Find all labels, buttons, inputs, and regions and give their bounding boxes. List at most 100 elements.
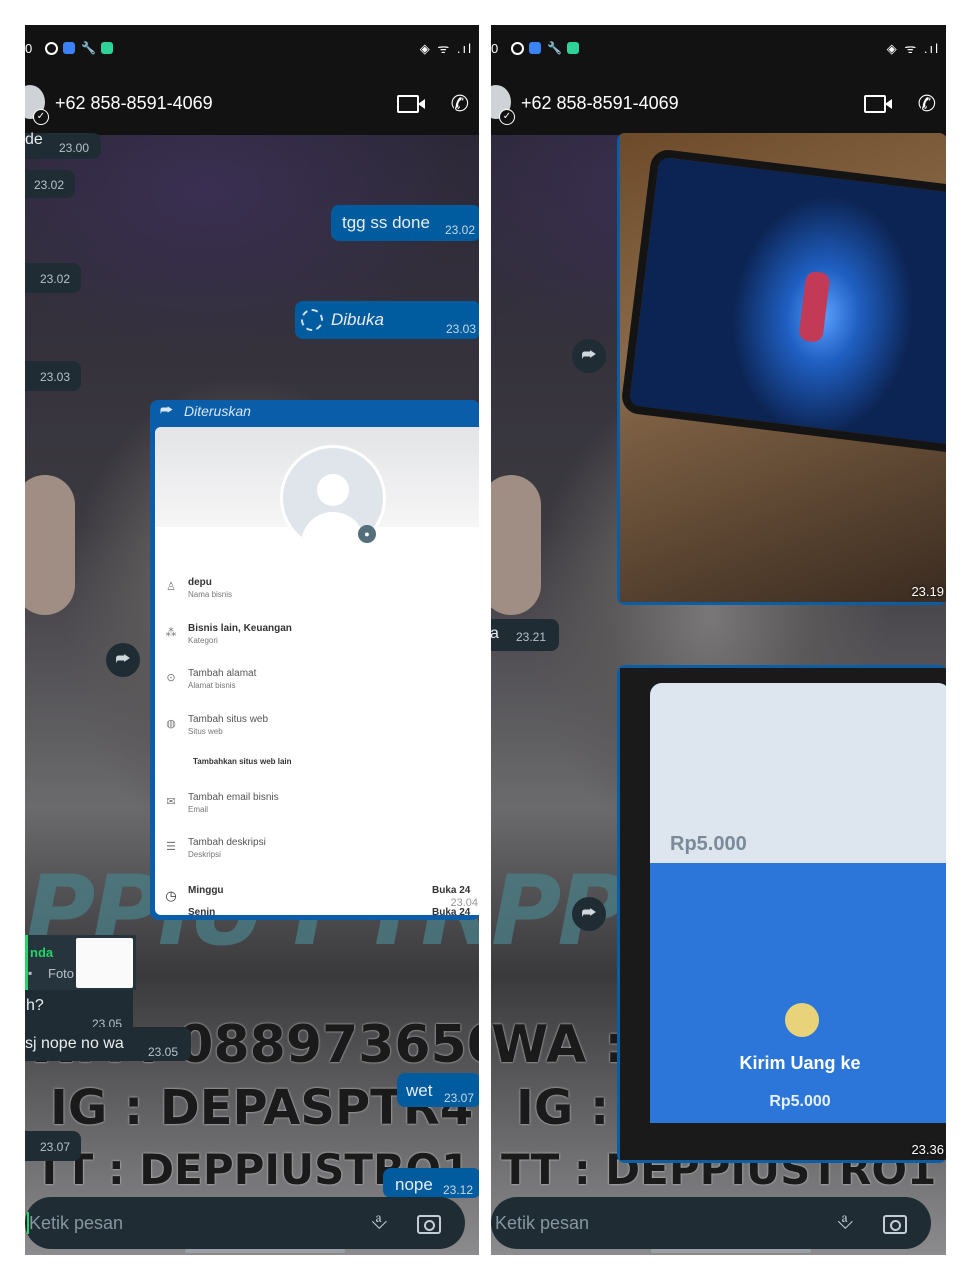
hours-value: Buka 24 xyxy=(432,885,471,896)
row-subtitle: Alamat bisnis xyxy=(188,681,236,690)
message-time: 23.03 xyxy=(446,322,477,336)
video-call-icon[interactable] xyxy=(397,95,419,113)
attach-icon[interactable]: ⎀ xyxy=(371,1211,387,1234)
app-icon xyxy=(529,42,541,54)
forward-icon: ⮫ xyxy=(160,402,174,418)
message-in[interactable]: a 23.21 xyxy=(491,619,559,651)
photo-game-screen xyxy=(620,133,946,602)
message-time: 23.12 xyxy=(443,1183,474,1197)
location-icon: ⊙ xyxy=(166,672,176,684)
status-bar: 0 🔧 ◈ ᯤ .ıl xyxy=(25,25,479,73)
contact-name[interactable]: +62 858-8591-4069 xyxy=(55,93,213,114)
message-time: 23.02 xyxy=(34,178,65,192)
message-text: wet xyxy=(406,1081,433,1100)
message-in[interactable]: 23.02 xyxy=(25,170,75,198)
transfer-header: Rp5.000 xyxy=(650,683,946,863)
contact-name[interactable]: +62 858-8591-4069 xyxy=(521,93,679,114)
message-out[interactable]: Dibuka 23.03 xyxy=(295,301,479,339)
email-icon: ✉ xyxy=(166,796,176,808)
chat-screen-left: PPIU PTRO WA : 088973650598 IG : DEPASPT… xyxy=(25,25,479,1255)
signal-icons: ◈ ᯤ .ıl xyxy=(886,41,940,56)
chat-header[interactable]: ✓ +62 858-8591-4069 ✆ xyxy=(25,73,479,135)
globe-icon: ◍ xyxy=(166,718,176,730)
message-input[interactable]: Ketik pesan ⎀ xyxy=(25,1197,465,1249)
message-in[interactable]: sj nope no wa 23.05 xyxy=(25,1027,191,1061)
message-text: tgg ss done xyxy=(342,213,430,232)
whatsapp-icon xyxy=(511,42,524,55)
payment-amount: Rp5.000 xyxy=(769,1093,831,1110)
attach-icon[interactable]: ⎀ xyxy=(837,1211,853,1234)
row-subtitle: Nama bisnis xyxy=(188,590,233,599)
description-icon: ☰ xyxy=(166,841,176,853)
camera-icon[interactable] xyxy=(417,1215,441,1234)
message-out[interactable]: wet 23.07 xyxy=(397,1073,479,1107)
row-title: depu xyxy=(188,577,212,588)
message-time: 23.05 xyxy=(148,1045,179,1059)
row-subtitle: Situs web xyxy=(188,727,223,736)
wallpaper-photo xyxy=(491,475,541,615)
chat-screen-right: PPIU PTRO WA : 088973650598 IG : DEPASPT… xyxy=(491,25,946,1255)
wrench-icon: 🔧 xyxy=(81,41,96,55)
message-text: nope xyxy=(395,1175,433,1194)
transfer-amount: Rp5.000 xyxy=(670,833,747,855)
message-in[interactable]: 23.07 xyxy=(25,1131,81,1161)
whatsapp-icon xyxy=(45,42,58,55)
message-input[interactable]: Ketik pesan ⎀ xyxy=(491,1197,931,1249)
message-out[interactable]: nope 23.12 xyxy=(383,1168,479,1198)
image-message[interactable]: 23.19 xyxy=(617,133,946,605)
row-title: Tambah deskripsi xyxy=(188,837,266,848)
message-time: 23.21 xyxy=(516,630,547,644)
quoted-type: Foto xyxy=(48,966,75,981)
quoted-thumbnail xyxy=(76,938,133,988)
loading-icon xyxy=(301,309,323,331)
chat-header[interactable]: ✓ +62 858-8591-4069 ✆ xyxy=(491,73,946,135)
status-icon: ✓ xyxy=(33,109,49,125)
phone-in-photo: Rp5.000 Kirim Uang ke Rp5.000 xyxy=(650,683,946,1123)
status-icon: ✓ xyxy=(499,109,515,125)
message-in[interactable]: de 23.00 xyxy=(25,131,101,159)
row-title: Tambah situs web xyxy=(188,714,269,725)
phone-icon[interactable]: ✆ xyxy=(451,91,469,117)
message-text: h? xyxy=(26,997,44,1014)
status-number: 0 xyxy=(491,41,499,56)
message-text: sj nope no wa xyxy=(25,1035,124,1052)
camera-icon: ● xyxy=(358,525,376,543)
app-icon xyxy=(567,42,579,54)
status-bar: 0 🔧 ◈ ᯤ .ıl xyxy=(491,25,946,73)
signal-icons: ◈ ᯤ .ıl xyxy=(419,41,473,56)
message-in[interactable]: 23.03 xyxy=(25,361,81,391)
forwarded-message[interactable]: ⮫ Diteruskan ● ♙ depu Nama bisnis ⁂ Bisn… xyxy=(150,400,479,920)
message-time: 23.07 xyxy=(444,1091,475,1105)
photo-icon: ▪ xyxy=(28,966,33,980)
row-title: Tambahkan situs web lain xyxy=(193,757,292,766)
phone-in-photo xyxy=(620,147,946,455)
message-in[interactable]: 23.02 xyxy=(25,263,81,293)
forward-button[interactable]: ⮫ xyxy=(106,643,140,677)
input-placeholder: Ketik pesan xyxy=(29,1213,124,1233)
person-icon: ♙ xyxy=(166,581,176,593)
quoted-photo[interactable]: nda ▪ Foto xyxy=(25,935,136,990)
app-icon xyxy=(101,42,113,54)
app-icon xyxy=(63,42,75,54)
message-time: 23.07 xyxy=(40,1140,71,1154)
video-call-icon[interactable] xyxy=(864,95,886,113)
hours-day: Minggu xyxy=(188,885,224,896)
message-time: 23.03 xyxy=(40,370,71,384)
forward-button[interactable]: ⮫ xyxy=(572,339,606,373)
message-text: Dibuka xyxy=(331,310,384,329)
message-time: 23.04 xyxy=(450,897,478,909)
message-out[interactable]: tgg ss done 23.02 xyxy=(331,205,479,241)
status-number: 0 xyxy=(25,41,33,56)
message-time: 23.02 xyxy=(445,223,476,237)
photo-payment-screen: Rp5.000 Kirim Uang ke Rp5.000 xyxy=(620,668,946,1160)
coin-icon xyxy=(785,1003,819,1037)
row-title: Tambah email bisnis xyxy=(188,792,279,803)
wrench-icon: 🔧 xyxy=(547,41,562,55)
phone-icon[interactable]: ✆ xyxy=(918,91,936,117)
image-message[interactable]: Rp5.000 Kirim Uang ke Rp5.000 23.36 xyxy=(617,665,946,1163)
game-character xyxy=(798,270,831,344)
forward-button[interactable]: ⮫ xyxy=(572,897,606,931)
category-icon: ⁂ xyxy=(165,627,177,639)
camera-icon[interactable] xyxy=(883,1215,907,1234)
quoted-sender: nda xyxy=(30,945,54,960)
